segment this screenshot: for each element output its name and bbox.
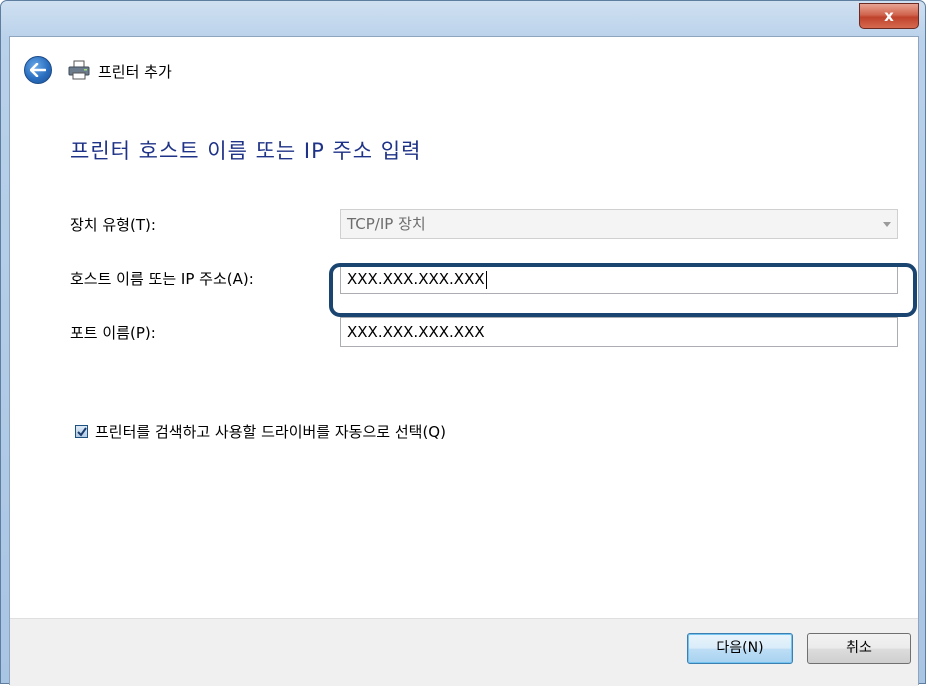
header-title: 프린터 추가 xyxy=(98,63,172,81)
next-button[interactable]: 다음(N) xyxy=(687,633,793,664)
close-button[interactable]: x xyxy=(859,3,919,29)
auto-select-checkbox[interactable] xyxy=(75,425,88,438)
dialog-client: 프린터 추가 프린터 호스트 이름 또는 IP 주소 입력 장치 유형(T): … xyxy=(9,36,919,686)
device-type-value: TCP/IP 장치 xyxy=(347,215,426,233)
chevron-down-icon xyxy=(883,222,891,227)
port-name-input[interactable]: XXX.XXX.XXX.XXX xyxy=(340,317,898,347)
port-label: 포트 이름(P): xyxy=(70,324,156,342)
dialog-content: 프린터 호스트 이름 또는 IP 주소 입력 장치 유형(T): TCP/IP … xyxy=(10,108,918,618)
back-arrow-icon xyxy=(30,63,46,77)
highlight-frame xyxy=(329,263,917,317)
hostname-label: 호스트 이름 또는 IP 주소(A): xyxy=(70,270,254,288)
checkmark-icon xyxy=(76,426,87,437)
page-title: 프린터 호스트 이름 또는 IP 주소 입력 xyxy=(70,139,422,163)
auto-select-label[interactable]: 프린터를 검색하고 사용할 드라이버를 자동으로 선택(Q) xyxy=(95,421,446,442)
back-button[interactable] xyxy=(24,56,52,84)
dialog-footer: 다음(N) 취소 xyxy=(10,618,918,686)
device-type-label: 장치 유형(T): xyxy=(70,216,156,234)
dialog-header: 프린터 추가 xyxy=(10,37,918,108)
device-type-dropdown[interactable]: TCP/IP 장치 xyxy=(340,209,898,239)
port-value: XXX.XXX.XXX.XXX xyxy=(347,323,485,341)
printer-icon xyxy=(68,60,90,80)
window-frame: x 프린터 추가 프린터 호스트 이름 또는 IP 주소 입력 장치 유형(T)… xyxy=(0,0,926,686)
cancel-button[interactable]: 취소 xyxy=(807,633,911,664)
